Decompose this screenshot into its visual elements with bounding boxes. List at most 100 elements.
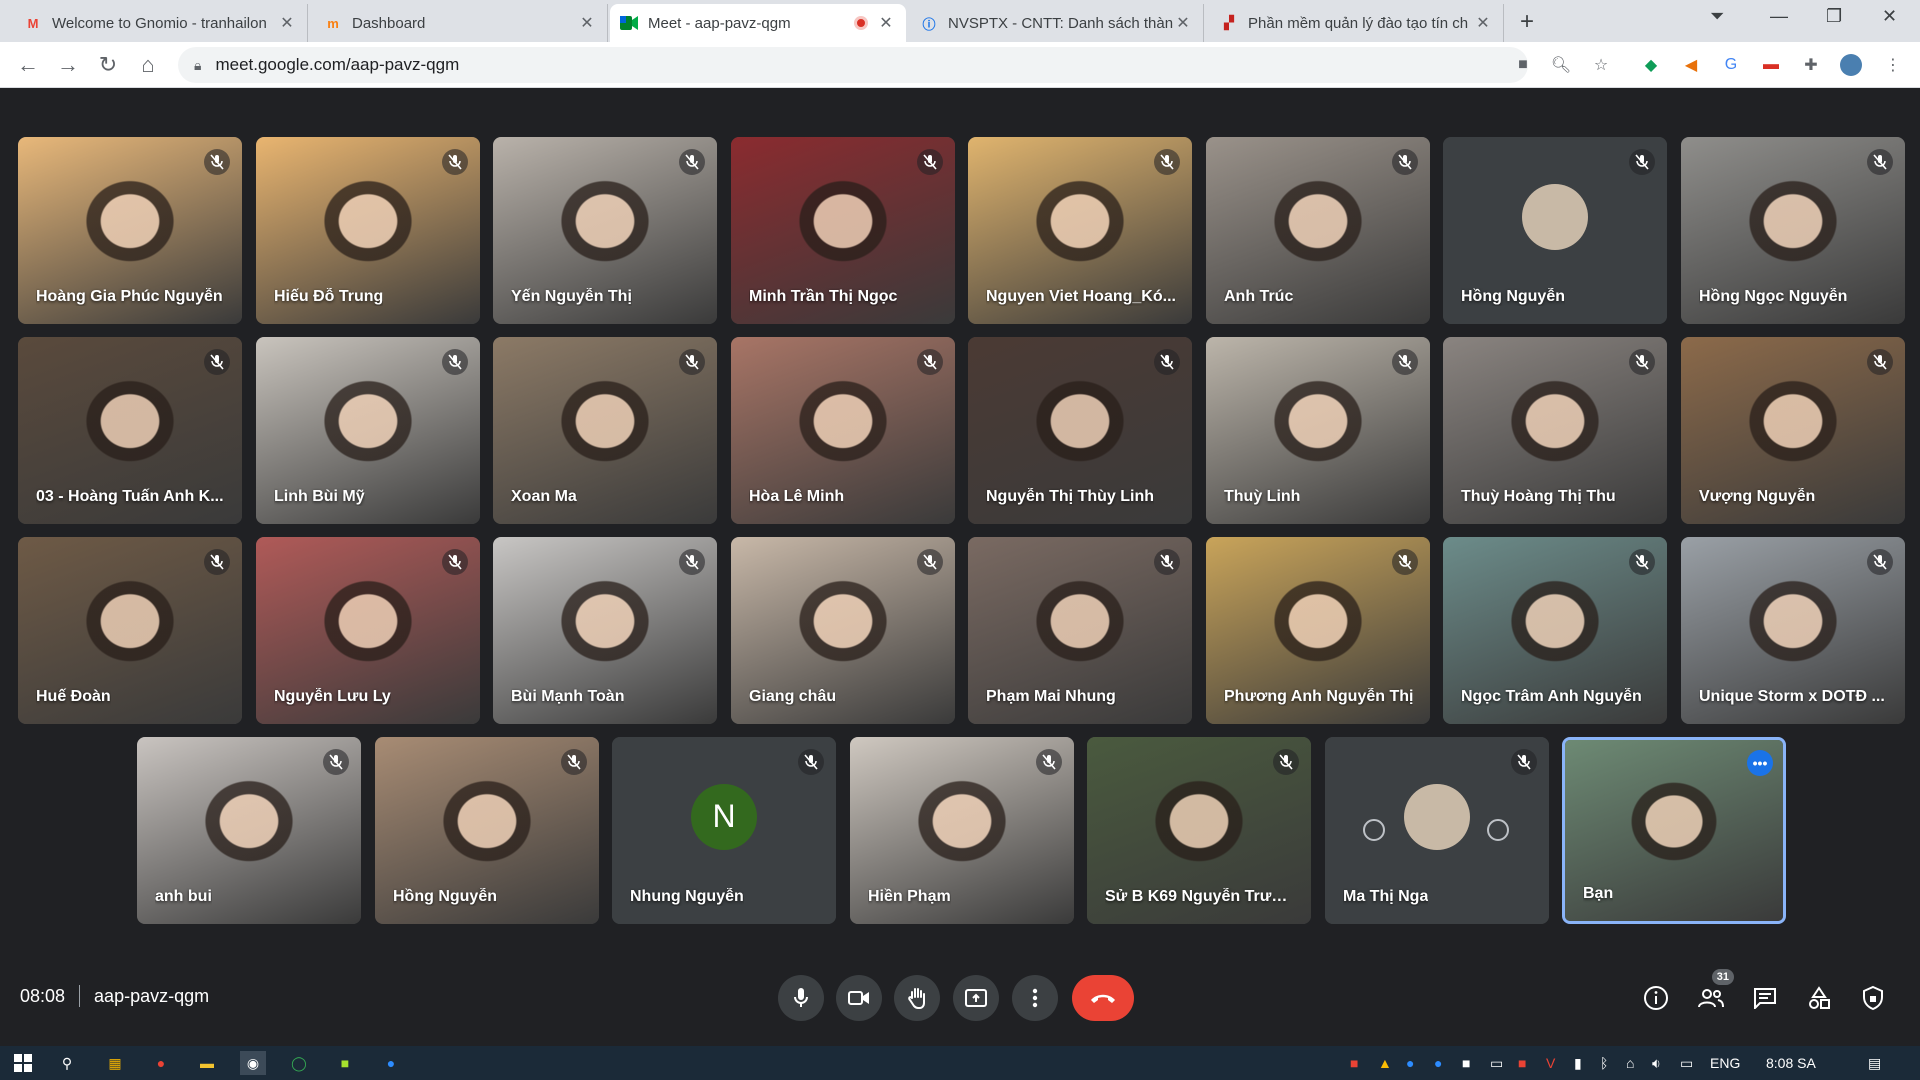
extension-icon[interactable]: ◆ xyxy=(1640,54,1662,76)
participant-tile[interactable]: Giang châu xyxy=(731,537,955,724)
participant-tile[interactable]: Sử B K69 Nguyễn Trươn... xyxy=(1087,737,1311,924)
participant-tile[interactable]: N Nhung Nguyễn xyxy=(612,737,836,924)
tab-search-icon[interactable]: ⏷ xyxy=(1710,6,1724,27)
display-tray-icon[interactable]: ▭ xyxy=(1490,1055,1503,1072)
minimize-button[interactable]: — xyxy=(1770,6,1788,27)
tray-icon[interactable]: ■ xyxy=(1518,1055,1526,1071)
app-icon[interactable]: ● xyxy=(148,1051,174,1075)
reload-button[interactable]: ↻ xyxy=(94,52,122,78)
tab-gnomio[interactable]: M Welcome to Gnomio - tranhailon ✕ xyxy=(14,4,308,42)
participant-tile[interactable]: Unique Storm x DOTĐ ... xyxy=(1681,537,1905,724)
google-drive-icon[interactable]: ▲ xyxy=(1378,1055,1392,1071)
menu-kebab-icon[interactable]: ⋮ xyxy=(1882,54,1904,76)
battery-icon[interactable]: ▭ xyxy=(1680,1055,1693,1072)
camera-tray-icon[interactable]: ■ xyxy=(1462,1055,1470,1071)
notifications-icon[interactable]: ▤ xyxy=(1868,1055,1881,1072)
address-bar[interactable]: 🔒︎ meet.google.com/aap-pavz-qgm xyxy=(178,47,1528,83)
app-icon[interactable]: ▦ xyxy=(102,1051,128,1075)
forward-button[interactable]: → xyxy=(54,52,82,78)
people-button[interactable]: 31 xyxy=(1694,969,1734,1015)
zoom-app-icon[interactable]: ● xyxy=(378,1051,404,1075)
participant-tile[interactable]: Nguyen Viet Hoang_Kó... xyxy=(968,137,1192,324)
participant-tile[interactable]: Huế Đoàn xyxy=(18,537,242,724)
search-icon[interactable]: ⚲ xyxy=(54,1051,80,1075)
participant-tile[interactable]: Thuỳ Hoàng Thị Thu xyxy=(1443,337,1667,524)
participant-tile[interactable]: Phương Anh Nguyễn Thị xyxy=(1206,537,1430,724)
language-indicator[interactable]: ENG xyxy=(1710,1055,1740,1071)
windows-start-icon[interactable] xyxy=(10,1051,36,1075)
participant-tile[interactable]: Linh Bùi Mỹ xyxy=(256,337,480,524)
remove-icon[interactable] xyxy=(1487,819,1509,841)
close-tab-icon[interactable]: ✕ xyxy=(1173,13,1193,33)
network-icon[interactable]: ⌂ xyxy=(1626,1055,1634,1071)
translate-extension-icon[interactable]: G xyxy=(1720,54,1742,76)
participant-tile[interactable]: Hiếu Đỗ Trung xyxy=(256,137,480,324)
participant-tile[interactable]: Phạm Mai Nhung xyxy=(968,537,1192,724)
microphone-button[interactable] xyxy=(778,975,824,1021)
participant-tile[interactable]: Yến Nguyễn Thị xyxy=(493,137,717,324)
participant-tile[interactable]: Anh Trúc xyxy=(1206,137,1430,324)
pin-icon[interactable] xyxy=(1363,819,1385,841)
bluetooth-icon[interactable]: ᛒ xyxy=(1600,1055,1608,1071)
participant-tile[interactable]: Hoàng Gia Phúc Nguyễn xyxy=(18,137,242,324)
extensions-puzzle-icon[interactable]: ✚ xyxy=(1800,54,1822,76)
participant-tile[interactable]: 03 - Hoàng Tuấn Anh K... xyxy=(18,337,242,524)
bookmark-star-icon[interactable]: ☆ xyxy=(1590,54,1612,76)
participant-tile[interactable]: Ma Thị Nga xyxy=(1325,737,1549,924)
back-button[interactable]: ← xyxy=(14,52,42,78)
camera-button[interactable] xyxy=(836,975,882,1021)
pycharm-icon[interactable]: ■ xyxy=(332,1051,358,1075)
participant-tile[interactable]: Nguyễn Lưu Ly xyxy=(256,537,480,724)
meeting-details-button[interactable] xyxy=(1639,981,1673,1015)
tab-dashboard[interactable]: m Dashboard ✕ xyxy=(314,4,608,42)
camera-in-use-icon[interactable]: ■ xyxy=(1512,54,1534,76)
app-icon[interactable]: ◯ xyxy=(286,1051,312,1075)
close-tab-icon[interactable]: ✕ xyxy=(277,13,297,33)
participant-tile[interactable]: Hiền Phạm xyxy=(850,737,1074,924)
zoom-icon[interactable]: 🔍︎ xyxy=(1550,54,1572,76)
close-window-button[interactable]: ✕ xyxy=(1882,6,1897,27)
host-controls-button[interactable] xyxy=(1856,981,1890,1015)
tab-nvsptx[interactable]: ⓘ NVSPTX - CNTT: Danh sách thành ✕ xyxy=(910,4,1204,42)
chat-button[interactable] xyxy=(1748,981,1782,1015)
tray-icon[interactable]: ● xyxy=(1406,1055,1414,1071)
leave-call-button[interactable] xyxy=(1072,975,1134,1021)
tray-icon[interactable]: ■ xyxy=(1350,1055,1358,1071)
profile-avatar[interactable] xyxy=(1840,54,1862,76)
raise-hand-button[interactable] xyxy=(894,975,940,1021)
participant-tile[interactable]: Minh Trần Thị Ngọc xyxy=(731,137,955,324)
participant-tile[interactable]: Hồng Nguyễn xyxy=(1443,137,1667,324)
participant-tile[interactable]: Ngọc Trâm Anh Nguyễn xyxy=(1443,537,1667,724)
self-video-tile[interactable]: ••• Bạn xyxy=(1562,737,1786,924)
chrome-icon[interactable]: ◉ xyxy=(240,1051,266,1075)
tray-icon[interactable]: V xyxy=(1546,1055,1555,1071)
tile-options-icon[interactable]: ••• xyxy=(1747,750,1773,776)
tab-meet[interactable]: Meet - aap-pavz-qgm ✕ xyxy=(610,4,906,42)
tab-training-software[interactable]: ▞ Phần mềm quản lý đào tạo tín ch ✕ xyxy=(1210,4,1504,42)
participant-tile[interactable]: Thuỳ Linh xyxy=(1206,337,1430,524)
participant-tile[interactable]: Hồng Nguyễn xyxy=(375,737,599,924)
extension-icon[interactable]: ▬ xyxy=(1760,54,1782,76)
participant-tile[interactable]: Hồng Ngọc Nguyễn xyxy=(1681,137,1905,324)
close-tab-icon[interactable]: ✕ xyxy=(876,13,896,33)
new-tab-button[interactable]: + xyxy=(1520,8,1534,36)
zoom-tray-icon[interactable]: ● xyxy=(1434,1055,1442,1071)
maximize-button[interactable]: ❐ xyxy=(1826,6,1842,27)
participant-tile[interactable]: Xoan Ma xyxy=(493,337,717,524)
participant-tile[interactable]: Hòa Lê Minh xyxy=(731,337,955,524)
more-options-button[interactable] xyxy=(1012,975,1058,1021)
home-button[interactable]: ⌂ xyxy=(134,52,162,78)
activities-button[interactable] xyxy=(1802,981,1836,1015)
close-tab-icon[interactable]: ✕ xyxy=(577,13,597,33)
extension-icon[interactable]: ◀ xyxy=(1680,54,1702,76)
participant-tile[interactable]: Nguyễn Thị Thùy Linh xyxy=(968,337,1192,524)
microphone-tray-icon[interactable]: ▮ xyxy=(1574,1055,1582,1072)
participant-tile[interactable]: anh bui xyxy=(137,737,361,924)
present-screen-button[interactable] xyxy=(953,975,999,1021)
participant-tile[interactable]: Vượng Nguyễn xyxy=(1681,337,1905,524)
participant-tile[interactable]: Bùi Mạnh Toàn xyxy=(493,537,717,724)
close-tab-icon[interactable]: ✕ xyxy=(1473,13,1493,33)
taskbar-clock[interactable]: 8:08 SA xyxy=(1766,1055,1816,1071)
volume-icon[interactable]: 🔉︎ xyxy=(1652,1055,1661,1072)
file-explorer-icon[interactable]: ▬ xyxy=(194,1051,220,1075)
